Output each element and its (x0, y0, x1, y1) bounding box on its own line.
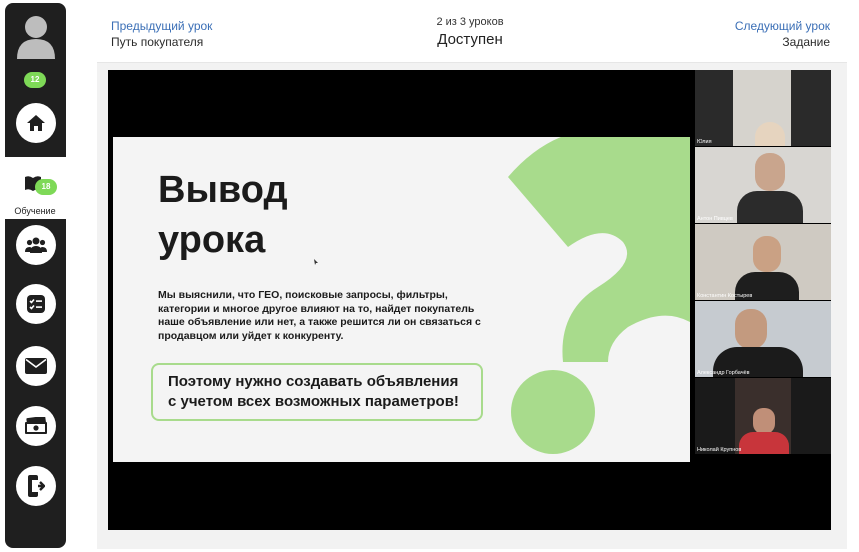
lesson-status: 2 из 3 уроков Доступен (370, 16, 570, 48)
slide-body-text: Мы выяснили, что ГЕО, поисковые запросы,… (158, 289, 481, 342)
participant-name: Константин Костырев (697, 293, 753, 299)
lesson-availability: Доступен (437, 31, 503, 48)
participant-name: Юлия (697, 139, 712, 145)
exit-icon (28, 475, 45, 497)
notification-badge: 12 (24, 72, 46, 88)
learning-badge: 18 (35, 179, 57, 195)
home-icon (27, 115, 45, 131)
tasks-button[interactable] (16, 284, 56, 324)
previous-lesson-title: Путь покупателя (111, 35, 204, 49)
participant-name: Антон Пивцев (697, 216, 733, 222)
active-nav-highlight[interactable]: 18 Обучение (0, 157, 70, 219)
highlight-line-2: с учетом всех возможных параметров! (168, 393, 459, 410)
slide-title-line-2: урока (158, 219, 266, 261)
mouse-cursor-icon (314, 259, 318, 265)
participant-tile[interactable]: Константин Костырев (695, 224, 831, 300)
participant-tile[interactable]: Антон Пивцев (695, 147, 831, 223)
group-icon (25, 237, 47, 253)
group-button[interactable] (16, 225, 56, 265)
learning-label: Обучение (14, 206, 56, 216)
participant-tile[interactable]: Николай Крупнов (695, 378, 831, 454)
slide-highlight-box: Поэтому нужно создавать объявления с уче… (151, 363, 483, 421)
participant-name: Александр Горбачёв (697, 370, 750, 376)
slide-title-line-1: Вывод (158, 169, 288, 211)
messages-button[interactable] (16, 346, 56, 386)
mail-icon (25, 358, 47, 374)
next-lesson-link[interactable]: Следующий урок Задание (735, 19, 830, 49)
participant-tile[interactable]: Александр Горбачёв (695, 301, 831, 377)
money-icon (25, 417, 47, 434)
question-mark-graphic (508, 137, 690, 454)
presentation-slide: Вывод урока Мы выяснили, что ГЕО, поиско… (113, 137, 690, 462)
previous-lesson-link[interactable]: Предыдущий урок Путь покупателя (111, 19, 212, 49)
participant-tile[interactable]: Юлия (695, 70, 831, 146)
previous-lesson-label[interactable]: Предыдущий урок (111, 19, 212, 33)
next-lesson-title: Задание (782, 35, 830, 49)
checklist-icon (27, 295, 45, 313)
highlight-line-1: Поэтому нужно создавать объявления (168, 373, 459, 390)
next-lesson-label[interactable]: Следующий урок (735, 19, 830, 33)
finance-button[interactable] (16, 406, 56, 446)
participant-name: Николай Крупнов (697, 447, 742, 453)
slide-title: Вывод урока (158, 165, 288, 265)
logout-button[interactable] (16, 466, 56, 506)
home-button[interactable] (16, 103, 56, 143)
lesson-counter: 2 из 3 уроков (436, 16, 504, 28)
user-avatar[interactable] (17, 13, 55, 59)
